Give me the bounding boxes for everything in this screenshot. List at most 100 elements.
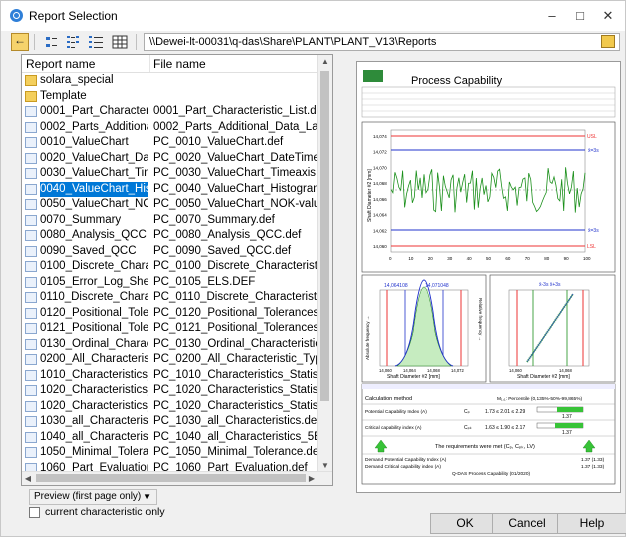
x-tick-label: 14,068	[559, 368, 572, 373]
file-name-cell: PC_0080_Analysis_QCC.def	[153, 229, 302, 241]
list-item[interactable]: 0090_Saved_QCC PC_0090_Saved_QCC.def	[22, 244, 319, 260]
cancel-button[interactable]: Cancel	[492, 513, 562, 534]
list-item[interactable]: 1020_Characteristics_St... PC_1020_Charac…	[22, 399, 319, 415]
file-name-cell: PC_0020_ValueChart_DateTime.def	[153, 151, 319, 164]
qdas-logo	[363, 70, 383, 82]
column-divider[interactable]	[149, 55, 150, 72]
scroll-right-icon[interactable]: ▶	[306, 472, 318, 485]
list-item[interactable]: 1010_Characteristics_St... PC_1010_Charac…	[22, 368, 319, 384]
report-list[interactable]: Report name File name solara_special Temp…	[21, 54, 333, 486]
horizontal-scrollbar[interactable]: ◀ ▶	[22, 471, 332, 485]
maximize-button[interactable]: □	[570, 7, 590, 25]
report-name-cell: 0110_Discrete_Character...	[40, 291, 148, 303]
report-file-icon	[25, 400, 37, 412]
report-file-icon	[25, 245, 37, 257]
hscroll-thumb[interactable]	[36, 474, 306, 482]
list-item[interactable]: 1030_all_Characteristics PC_1030_all_Char…	[22, 414, 319, 430]
file-name-cell: PC_0050_ValueChart_NOK-values.def	[153, 198, 319, 210]
pot-threshold: 1.37	[562, 414, 572, 420]
pot-label: Potential Capability Index (A)	[365, 409, 427, 415]
report-name-cell: Template	[40, 89, 87, 102]
crit-label: Critical capability index (A)	[365, 425, 422, 431]
preview-mode-select[interactable]: Preview (first page only) ▼	[29, 489, 157, 505]
report-name-cell: 1020_Characteristics_St...	[40, 384, 148, 396]
report-name-cell: 1030_all_Characteristics	[40, 415, 148, 427]
report-name-cell: 0130_Ordinal_Characteri...	[40, 337, 148, 350]
report-name-cell: 0070_Summary	[40, 213, 122, 226]
list-item[interactable]: 0040_ValueChart_Histogr... PC_0040_ValueC…	[22, 181, 319, 197]
hist-top-right: 14,071048	[425, 283, 449, 289]
list-item[interactable]: 0200_All_Characteristic_... PC_0200_All_C…	[22, 352, 319, 368]
list-item[interactable]: 1040_all_Characteristics... PC_1040_all_C…	[22, 430, 319, 446]
list-item[interactable]: 0130_Ordinal_Characteri... PC_0130_Ordina…	[22, 337, 319, 353]
close-button[interactable]: ✕	[598, 7, 618, 25]
list-item[interactable]: 0110_Discrete_Character... PC_0110_Discre…	[22, 290, 319, 306]
list-item[interactable]: 1050_Minimal_Tolerance PC_1050_Minimal_To…	[22, 445, 319, 461]
x-tick-label: 14,060	[379, 368, 392, 373]
list-item[interactable]: 0050_ValueChart_NOK-v... PC_0050_ValueCha…	[22, 197, 319, 213]
column-header-file-name[interactable]: File name	[153, 57, 206, 71]
y-tick-label: 14,074	[373, 134, 387, 139]
x-tick-label: 50	[486, 256, 492, 261]
up-folder-button[interactable]	[11, 33, 29, 51]
x-tick-label: 60	[505, 256, 511, 261]
file-name-cell: PC_1050_Minimal_Tolerance.def	[153, 446, 319, 458]
column-header-report-name[interactable]: Report name	[26, 57, 95, 71]
list-item[interactable]: 0120_Positional_Toleran... PC_0120_Positi…	[22, 306, 319, 322]
mean-minus-label: x̄=3s	[588, 228, 599, 234]
title-bar: Report Selection – □ ✕	[1, 1, 625, 31]
usl-label: USL	[587, 134, 597, 140]
path-field[interactable]: \\Dewei-lt-00031\q-das\Share\PLANT\PLANT…	[144, 33, 620, 51]
report-file-icon	[25, 152, 37, 164]
minimize-button[interactable]: –	[542, 7, 562, 25]
hist-ylabel-right: Relative frequency →	[478, 298, 483, 341]
list-item[interactable]: 0080_Analysis_QCC PC_0080_Analysis_QCC.de…	[22, 228, 319, 244]
x-tick-label: 100	[583, 256, 591, 261]
y-tick-label: 14,068	[373, 181, 387, 186]
browse-folder-icon[interactable]	[601, 35, 615, 48]
list-item[interactable]: 0010_ValueChart PC_0010_ValueChart.def	[22, 135, 319, 151]
list-item[interactable]: solara_special	[22, 73, 319, 89]
list-item[interactable]: Template	[22, 89, 319, 105]
ok-button[interactable]: OK	[430, 513, 500, 534]
report-file-icon	[25, 369, 37, 381]
x-tick-label: 20	[428, 256, 434, 261]
report-file-icon	[25, 168, 37, 179]
preview-mode-value: Preview (first page only)	[34, 491, 142, 502]
report-file-icon	[25, 214, 37, 226]
list-item[interactable]: 0105_Error_Log_Sheet PC_0105_ELS.DEF	[22, 275, 319, 291]
list-item[interactable]: 0100_Discrete_Character... PC_0100_Discre…	[22, 259, 319, 275]
current-characteristic-label: current characteristic only	[45, 506, 165, 518]
scroll-left-icon[interactable]: ◀	[22, 472, 34, 485]
vertical-scrollbar[interactable]: ▲ ▼	[317, 55, 332, 473]
scroll-up-icon[interactable]: ▲	[318, 55, 332, 69]
small-icons-view-icon[interactable]	[43, 33, 61, 51]
value-chart: USL LSL x̄=3s x̄=3s Shaft Diameter #2 [m…	[361, 121, 616, 273]
calc-method-value: M₁,₁: Percentile (0,135%-50%-99,865%)	[497, 396, 582, 402]
report-file-icon	[25, 121, 37, 133]
file-name-cell: PC_0070_Summary.def	[153, 213, 275, 226]
x-tick-label: 40	[467, 256, 473, 261]
help-button[interactable]: Help	[557, 513, 626, 534]
grid-view-icon[interactable]	[111, 33, 129, 51]
current-characteristic-checkbox[interactable]	[29, 507, 40, 518]
report-file-icon	[25, 431, 37, 443]
mean-plus-label: x̄=3s	[588, 148, 599, 154]
list-item[interactable]: 1020_Characteristics_St... PC_1020_Charac…	[22, 383, 319, 399]
list-item[interactable]: 0001_Part_Characteristic... 0001_Part_Cha…	[22, 104, 319, 120]
details-view-icon[interactable]	[87, 33, 105, 51]
list-item[interactable]: 0030_ValueChart_Timeax... PC_0030_ValueCh…	[22, 166, 319, 182]
list-view-icon[interactable]	[65, 33, 83, 51]
report-name-cell: 0090_Saved_QCC	[40, 244, 137, 257]
scroll-thumb[interactable]	[320, 71, 329, 401]
list-item[interactable]: 0121_Positional_Toleran... PC_0121_Positi…	[22, 321, 319, 337]
list-item[interactable]: 0002_Parts_Additional_D... 0002_Parts_Add…	[22, 120, 319, 136]
list-item[interactable]: 0020_ValueChart_DateTi... PC_0020_ValueCh…	[22, 151, 319, 167]
list-item[interactable]: 0070_Summary PC_0070_Summary.def	[22, 213, 319, 229]
requirements-text: The requirements were met (Cₚ, Cₚₖ, LV)	[435, 444, 535, 450]
file-name-cell: PC_0030_ValueChart_Timeaxis.def	[153, 167, 319, 179]
report-file-icon	[25, 307, 37, 319]
file-name-cell: 0002_Parts_Additional_Data_Landsca...	[153, 120, 319, 133]
lsl-label: LSL	[587, 244, 596, 250]
stats-footer: Q-DAS Process Capability (01/2020)	[452, 471, 531, 477]
